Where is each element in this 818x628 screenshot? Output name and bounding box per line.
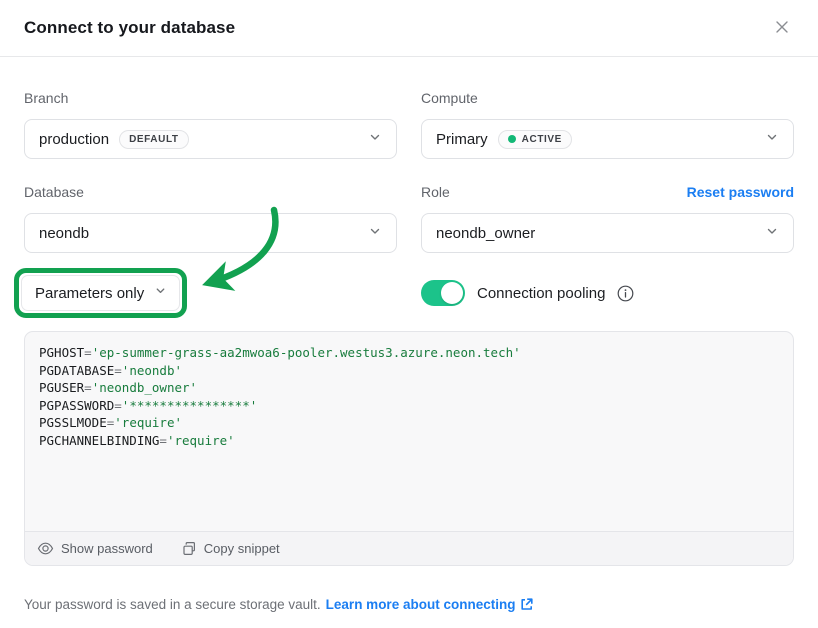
compute-value: Primary [436,131,488,148]
active-badge: ACTIVE [498,130,572,149]
compute-field: Compute Primary ACTIVE [421,89,794,159]
code-line: PGCHANNELBINDING='require' [39,432,779,450]
learn-more-link[interactable]: Learn more about connecting [326,597,535,612]
database-field: Database neondb [24,183,397,253]
info-icon[interactable] [617,285,634,302]
database-label: Database [24,184,84,200]
annotation-highlight-box: Parameters only [14,268,187,318]
chevron-down-icon [368,224,382,243]
active-status-dot [508,135,516,143]
role-field: Role Reset password neondb_owner [421,183,794,253]
code-line: PGHOST='ep-summer-grass-aa2mwoa6-pooler.… [39,344,779,362]
chevron-down-icon [765,224,779,243]
connection-pooling-row: Connection pooling [421,280,794,306]
chevron-down-icon [368,130,382,149]
code-line: PGSSLMODE='require' [39,414,779,432]
external-link-icon [519,597,534,612]
branch-value: production [39,131,109,148]
chevron-down-icon [154,284,167,302]
database-value: neondb [39,225,89,242]
role-value: neondb_owner [436,225,535,242]
role-label: Role [421,184,450,200]
connect-database-modal: Connect to your database Branch producti… [0,0,818,628]
branch-select[interactable]: production DEFAULT [24,119,397,159]
modal-title: Connect to your database [24,18,235,38]
compute-label: Compute [421,90,478,106]
show-password-button[interactable]: Show password [37,540,153,557]
branch-label: Branch [24,90,68,106]
snippet-type-value: Parameters only [35,285,144,302]
close-icon [773,18,791,39]
copy-snippet-button[interactable]: Copy snippet [181,541,280,557]
eye-icon [37,540,54,557]
modal-header: Connect to your database [0,0,818,57]
close-button[interactable] [770,16,794,40]
reset-password-link[interactable]: Reset password [687,184,794,200]
role-select[interactable]: neondb_owner [421,213,794,253]
connection-pooling-toggle[interactable] [421,280,465,306]
chevron-down-icon [765,130,779,149]
default-badge: DEFAULT [119,130,189,149]
footer-note-text: Your password is saved in a secure stora… [24,597,321,612]
snippet-actions-bar: Show password Copy snippet [25,531,793,565]
database-select[interactable]: neondb [24,213,397,253]
branch-field: Branch production DEFAULT [24,89,397,159]
copy-icon [181,541,197,557]
connection-snippet-block: PGHOST='ep-summer-grass-aa2mwoa6-pooler.… [24,331,794,566]
compute-select[interactable]: Primary ACTIVE [421,119,794,159]
snippet-type-select[interactable]: Parameters only [21,275,180,311]
code-line: PGDATABASE='neondb' [39,362,779,380]
code-line: PGPASSWORD='****************' [39,397,779,415]
connection-snippet-code[interactable]: PGHOST='ep-summer-grass-aa2mwoa6-pooler.… [25,332,793,531]
code-line: PGUSER='neondb_owner' [39,379,779,397]
footer-note: Your password is saved in a secure stora… [24,597,794,612]
connection-pooling-label: Connection pooling [477,285,605,302]
